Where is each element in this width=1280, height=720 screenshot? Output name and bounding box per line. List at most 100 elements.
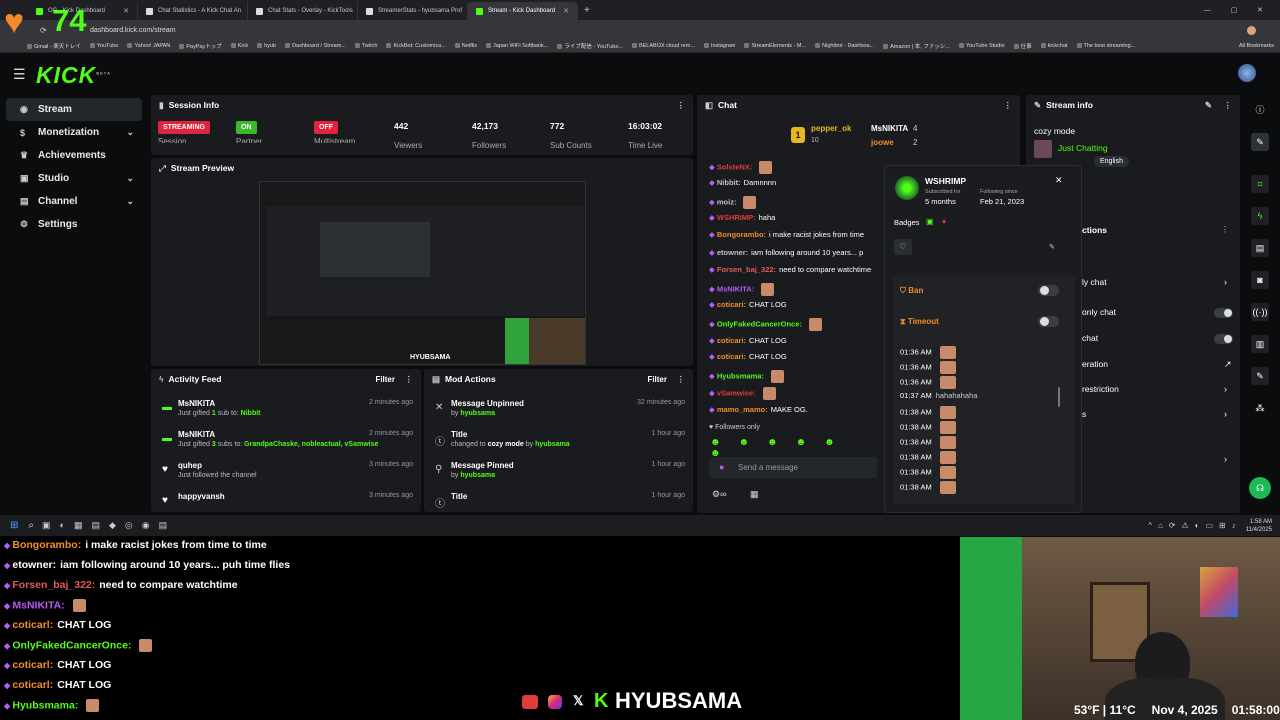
bookmark-item[interactable]: Gmail - 楽天トレイ (27, 42, 81, 50)
close-icon[interactable]: ✕ (563, 7, 569, 15)
chat-username[interactable]: OnlyFakedCancerOnce: (717, 319, 802, 328)
chevron-right-icon[interactable]: › (1224, 454, 1227, 464)
chat-input[interactable]: ● Send a message (709, 457, 877, 478)
bookmark-item[interactable]: YouTube Studio (959, 43, 1005, 49)
close-icon[interactable]: ✕ (123, 7, 129, 15)
more-options-icon[interactable]: ⋮ (1004, 100, 1013, 111)
bookmark-item[interactable]: 仕事 (1014, 42, 1032, 50)
taskbar-apps[interactable]: ▣◐▦▤◆◎◉▤ (42, 520, 176, 531)
sidebar-item-monetization[interactable]: $ Monetization ⌄ (6, 121, 142, 144)
sidebar-item-studio[interactable]: ▣ Studio ⌄ (6, 167, 142, 190)
chat-username[interactable]: moiz: (717, 197, 737, 206)
sidebar-item-achievements[interactable]: ♛ Achievements (6, 144, 142, 167)
browser-profile-icon[interactable] (1247, 25, 1256, 35)
chat-username[interactable]: vSamwise: (717, 388, 756, 397)
chat-username[interactable]: SolsteNX: (717, 162, 752, 171)
ban-toggle[interactable] (1038, 285, 1059, 296)
user-avatar[interactable] (1238, 64, 1256, 82)
bookmark-item[interactable]: PayPayトップ (179, 42, 221, 50)
edit-icon[interactable]: ✎ (1205, 100, 1212, 111)
bookmark-item[interactable]: Instagram (704, 43, 735, 49)
sidebar-item-channel[interactable]: ▤ Channel ⌄ (6, 190, 142, 213)
gift-icon[interactable]: ▦ (750, 489, 759, 500)
bookmark-item[interactable]: StreamElements - M... (744, 43, 806, 49)
chevron-right-icon[interactable]: › (1224, 277, 1227, 287)
toggle-switch[interactable] (1214, 308, 1233, 318)
chat-username[interactable]: coticari: (717, 300, 746, 309)
bookmark-item[interactable]: Dashboard / Stream... (285, 43, 346, 49)
bolt-icon[interactable]: ϟ (1251, 207, 1269, 225)
history-scrollbar[interactable] (1058, 387, 1060, 407)
bookmark-item[interactable]: Japan WiFi Softbank... (486, 43, 548, 49)
chat-username[interactable]: Hyubsmama: (717, 371, 764, 380)
more-options-icon[interactable]: ⋮ (1224, 100, 1233, 111)
wrench-icon[interactable]: ✎ (1251, 367, 1269, 385)
document-icon[interactable]: ▤ (1251, 239, 1269, 257)
bookmark-item[interactable]: ライブ配信 - YouTube... (557, 42, 623, 50)
bookmark-item[interactable]: kickchat (1041, 43, 1068, 49)
chat-username[interactable]: etowner: (717, 248, 748, 257)
bookmark-item[interactable]: BELABOX cloud rem... (632, 43, 695, 49)
info-icon[interactable]: ⓘ (1251, 101, 1269, 119)
more-options-icon[interactable]: ⋮ (405, 374, 414, 385)
chat-username[interactable]: Forsen_baj_322: (717, 265, 776, 274)
browser-tab-active[interactable]: Stream - Kick Dashboard ✕ (468, 2, 578, 20)
bookmark-item[interactable]: YouTube (90, 43, 119, 49)
bookmark-item[interactable]: Yahoo! JAPAN (127, 43, 170, 49)
chat-username[interactable]: MsNIKITA: (717, 284, 754, 293)
filter-button[interactable]: Filter (647, 375, 667, 384)
chat-username[interactable]: coticari: (717, 336, 746, 345)
bookmark-item[interactable]: Nightbot - Dashboa... (815, 43, 874, 49)
chevron-right-icon[interactable]: › (1224, 384, 1227, 394)
toggle-switch[interactable] (1214, 334, 1233, 344)
support-icon[interactable]: ☊ (1249, 477, 1271, 499)
filter-button[interactable]: Filter (375, 375, 395, 384)
chat-username[interactable]: Bongorambo: (717, 230, 766, 239)
search-icon[interactable]: ⌕ (28, 520, 34, 531)
bookmark-item[interactable]: KickBot: Customiza... (386, 43, 445, 49)
stream-preview-video[interactable]: HYUBSAMA (259, 181, 586, 365)
chat-username[interactable]: Nibbit: (717, 178, 741, 187)
message-icon[interactable]: ◙ (1251, 271, 1269, 289)
browser-tab[interactable]: Chat Statistics - A Kick Chat An✕ (138, 2, 248, 20)
refresh-icon[interactable]: ⟳ (40, 26, 47, 35)
external-link-icon[interactable]: ↗ (1224, 359, 1232, 370)
more-options-icon[interactable]: ⋮ (677, 374, 686, 385)
bookmark-item[interactable]: hyub (257, 43, 276, 49)
stream-category[interactable]: Just Chatting (1058, 143, 1108, 153)
layout-icon[interactable]: ▥ (1251, 335, 1269, 353)
window-controls[interactable]: — ▢ ✕ (1204, 6, 1272, 14)
windows-start-icon[interactable]: ⊞ (10, 520, 18, 531)
kick-logo[interactable]: KICKBETA (36, 62, 111, 89)
chat-username[interactable]: coticari: (717, 352, 746, 361)
system-tray-icons[interactable]: ^⌂⟳⚠◐▭⊞♪ (1148, 521, 1242, 530)
timeout-toggle[interactable] (1038, 316, 1059, 327)
bookmark-item[interactable]: Netflix (455, 43, 477, 49)
bookmark-item[interactable]: The best streaming... (1077, 43, 1136, 49)
browser-tab[interactable]: Chat Stats - Overlay - KickTools✕ (248, 2, 358, 20)
sidebar-item-settings[interactable]: ⚙ Settings (6, 213, 142, 236)
chat-username[interactable]: mamo_mamo: (717, 405, 768, 414)
pin-icon[interactable]: ✎ (1049, 243, 1055, 251)
more-options-icon[interactable]: ⋮ (677, 100, 686, 111)
bookmark-item[interactable]: Twitch (355, 43, 378, 49)
pencil-icon[interactable]: ✎ (1251, 133, 1269, 151)
chat-username[interactable]: WSHRIMP: (717, 213, 756, 222)
crop-icon[interactable]: ⌗ (1251, 175, 1269, 193)
address-bar[interactable]: ⟳ dashboard.kick.com/stream (0, 20, 1280, 40)
close-icon[interactable]: ✕ (1055, 175, 1063, 186)
broadcast-icon[interactable]: ((·)) (1251, 303, 1269, 321)
sidebar-item-stream[interactable]: ◉ Stream (6, 98, 142, 121)
follow-heart-button[interactable]: ♡ (894, 239, 912, 255)
chat-settings-icon[interactable]: ⚙∞ (712, 489, 726, 500)
microphone-icon[interactable]: ● (719, 462, 724, 472)
bookmark-item[interactable]: Amazon | 本, ファッシ... (883, 42, 950, 50)
hamburger-menu-icon[interactable]: ☰ (13, 66, 26, 83)
chevron-right-icon[interactable]: › (1224, 409, 1227, 419)
browser-tab[interactable]: StreamerStats - hyubsama Prof✕ (358, 2, 468, 20)
group-icon[interactable]: ⁂ (1251, 399, 1269, 417)
emote-bar[interactable]: ☻☻☻☻☻☻ (710, 437, 875, 459)
new-tab-button[interactable]: + (584, 5, 590, 16)
all-bookmarks[interactable]: All Bookmarks (1239, 43, 1274, 49)
bookmark-item[interactable]: Kick (231, 43, 248, 49)
